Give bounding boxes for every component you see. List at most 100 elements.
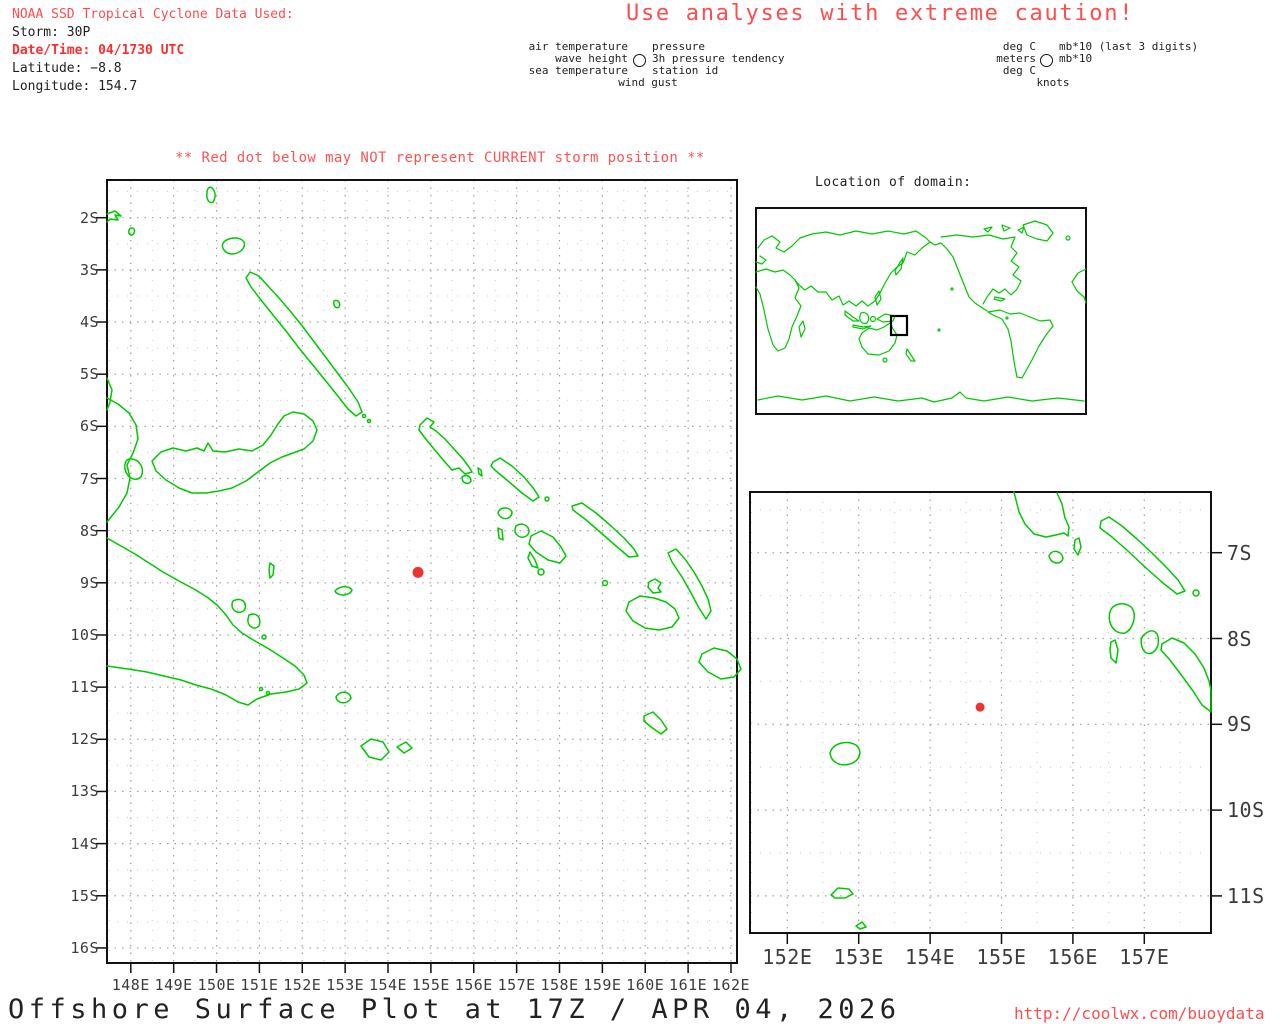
main-map-lon-label-160E: 160E <box>626 976 664 994</box>
storm-info-longitude: Longitude: 154.7 <box>12 78 294 96</box>
station-circle-icon <box>1040 54 1053 67</box>
coastline-islet <box>545 497 549 501</box>
coastline-africa-west <box>1072 269 1086 303</box>
coastline-galapagos <box>1006 317 1008 319</box>
coastline-makira <box>699 648 741 679</box>
coastline-shortland <box>1049 551 1063 563</box>
coastline-iceland <box>1066 236 1070 240</box>
coastline-islet <box>528 552 538 568</box>
main-map-lon-label-161E: 161E <box>669 976 707 994</box>
coastline-bougainville-tip <box>1014 492 1069 537</box>
coastline-mussau <box>207 187 215 202</box>
main-map-lon-label-148E: 148E <box>112 976 150 994</box>
storm-dot-main <box>413 567 424 578</box>
main-map-lon-label-154E: 154E <box>369 976 407 994</box>
coastline-rennell <box>644 712 667 734</box>
coastline-islet <box>368 420 371 423</box>
coastline-antarctica <box>758 392 1084 402</box>
coastline-sulawesi <box>871 317 876 322</box>
main-map-lat-label-8S: 8S <box>80 522 99 540</box>
sub-map-lon-label-153E: 153E <box>834 945 884 969</box>
coastline-borneo <box>860 313 869 324</box>
coastline-trobriand <box>335 587 352 595</box>
main-map-lon-label-153E: 153E <box>326 976 364 994</box>
sub-map-lon-label-156E: 156E <box>1048 945 1098 969</box>
main-map-lon-label-149E: 149E <box>155 976 193 994</box>
coastline-santa-isabel <box>572 503 638 557</box>
coastline-cuba <box>994 297 1005 301</box>
main-map-lon-label-158E: 158E <box>540 976 578 994</box>
main-map-lat-label-11S: 11S <box>70 678 99 696</box>
coastline-south-america <box>988 310 1053 378</box>
coastline-north-america-east <box>983 237 1021 304</box>
legend-sea-temperature: sea temperature <box>529 65 628 77</box>
page-title: Offshore Surface Plot at 17Z / APR 04, 2… <box>8 994 900 1024</box>
coastline-dentrecasteaux <box>232 599 245 612</box>
sub-map-lon-label-157E: 157E <box>1119 945 1169 969</box>
buoy-plot-page: NOAA SSD Tropical Cyclone Data Used:Stor… <box>0 0 1280 1024</box>
main-map-lon-label-162E: 162E <box>712 976 750 994</box>
main-map-lon-label-152E: 152E <box>283 976 321 994</box>
units-pressure-tendency: mb*10 <box>1059 53 1092 65</box>
storm-position-warning: ** Red dot below may NOT represent CURRE… <box>175 150 705 166</box>
coastline-rendova <box>538 569 544 575</box>
main-map-lon-label-151E: 151E <box>240 976 278 994</box>
storm-info-storm: Storm: 30P <box>12 24 294 42</box>
inset-title: Location of domain: <box>815 175 971 190</box>
coastline-islet <box>363 415 366 418</box>
coastline-new-britain <box>152 412 317 493</box>
sub-map-lat-label-9S: 9S <box>1227 712 1252 736</box>
storm-info-datetime: Date/Time: 04/1730 UTC <box>12 42 294 60</box>
legend-station-id: station id <box>652 65 718 77</box>
main-map-lat-label-7S: 7S <box>80 470 99 488</box>
coastline-islet <box>478 468 482 476</box>
main-map-lat-label-12S: 12S <box>70 730 99 748</box>
main-map-lat-label-4S: 4S <box>80 313 99 331</box>
coastline-new-hanover <box>222 238 244 254</box>
main-map-lon-label-157E: 157E <box>498 976 536 994</box>
coastline-islet <box>267 692 270 695</box>
coastline-guadalcanal <box>626 596 679 630</box>
sub-map-lat-label-11S: 11S <box>1227 884 1265 908</box>
coastline-woodlark <box>830 743 860 765</box>
main-map-lat-label-9S: 9S <box>80 574 99 592</box>
main-map-lat-label-16S: 16S <box>70 939 99 957</box>
sub-map-lat-label-10S: 10S <box>1227 798 1265 822</box>
coastline-arctic-island <box>984 227 992 232</box>
storm-info-block: NOAA SSD Tropical Cyclone Data Used:Stor… <box>12 6 294 96</box>
coastline-manus <box>107 211 121 222</box>
coastline-islet <box>1074 538 1081 555</box>
coastline-islet <box>831 888 853 898</box>
coastline-islet <box>129 228 135 235</box>
coastline-shortland <box>462 476 471 484</box>
sub-map-coastlines <box>830 492 1211 929</box>
coastline-santa-isabel-nw <box>1109 604 1134 633</box>
sub-map-border <box>750 492 1211 933</box>
coastline-islet <box>262 635 266 639</box>
coastline-islet <box>260 688 263 691</box>
main-map-lat-label-10S: 10S <box>70 626 99 644</box>
sub-map-lon-label-152E: 152E <box>762 945 812 969</box>
coastline-arctic-island <box>1002 225 1010 231</box>
coastline-asia-east <box>795 242 930 306</box>
coastline-madagascar <box>799 321 805 337</box>
main-map-lon-label-159E: 159E <box>583 976 621 994</box>
coastline-arctic-island <box>1018 227 1024 233</box>
coastline-florida-islands <box>648 579 661 593</box>
coastline-europe <box>756 256 766 264</box>
legend-wind-gust: wind gust <box>618 77 678 89</box>
main-map-lat-label-2S: 2S <box>80 209 99 227</box>
coastline-greenland <box>1023 221 1053 241</box>
coastline-misima <box>361 739 389 760</box>
source-url[interactable]: http://coolwx.com/buoydata <box>1014 1004 1264 1023</box>
coastline-eurasia-north <box>758 231 930 252</box>
main-map-lon-label-156E: 156E <box>455 976 493 994</box>
coastline-islet <box>1193 590 1199 596</box>
storm-dot-sub <box>976 703 985 712</box>
main-map-lat-label-13S: 13S <box>70 782 99 800</box>
coastline-woodlark <box>336 692 351 703</box>
coastline-islet <box>603 581 608 586</box>
coastline-islet <box>269 563 274 578</box>
coastline-kolombangara <box>515 524 529 537</box>
coastline-japan <box>895 258 903 275</box>
